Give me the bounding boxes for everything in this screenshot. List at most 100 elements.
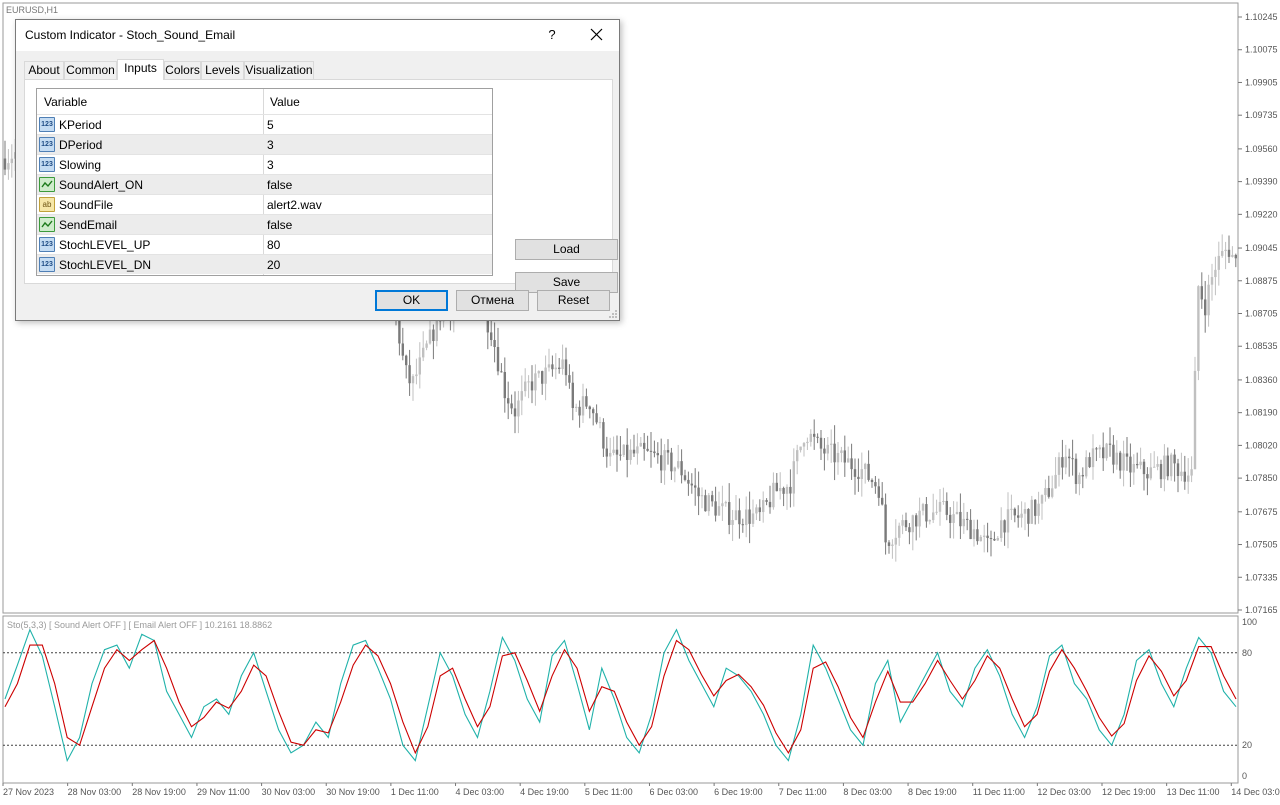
bear-candle (578, 406, 581, 416)
indicator-label: Sto(5,3,3) [ Sound Alert OFF ] [ Email A… (7, 620, 272, 630)
bear-candle (874, 482, 877, 487)
close-button[interactable] (582, 23, 610, 47)
bull-candle (1221, 251, 1224, 256)
bull-candle (1098, 447, 1101, 450)
bull-candle (1054, 474, 1057, 489)
boolean-icon (39, 217, 55, 232)
bull-candle (898, 525, 901, 538)
bull-candle (996, 537, 999, 541)
bear-candle (1234, 254, 1237, 259)
variable-value[interactable]: 3 (267, 158, 274, 172)
bear-candle (408, 365, 411, 384)
bear-candle (1176, 463, 1180, 477)
bear-candle (1034, 499, 1037, 516)
inputs-grid[interactable]: Variable Value 123 KPeriod 5 123 DPeriod 3 123… (36, 88, 493, 276)
bear-candle (758, 507, 761, 513)
bear-candle (857, 476, 860, 480)
bear-candle (738, 510, 741, 525)
bear-candle (850, 458, 853, 470)
bear-candle (959, 511, 962, 527)
bull-candle (1037, 503, 1040, 516)
variable-value[interactable]: alert2.wav (267, 198, 322, 212)
bull-candle (663, 450, 666, 471)
bull-candle (1170, 454, 1173, 477)
bear-candle (595, 413, 598, 423)
input-row-soundalert_on[interactable]: SoundAlert_ON false (37, 174, 492, 194)
variable-value[interactable]: 80 (267, 238, 280, 252)
bull-candle (1132, 463, 1135, 473)
price-tick-label: 1.07675 (1245, 507, 1278, 517)
price-tick-label: 1.09560 (1245, 144, 1278, 154)
variable-value[interactable]: false (267, 178, 292, 192)
price-tick-label: 1.09220 (1245, 209, 1278, 219)
help-button[interactable]: ? (544, 24, 560, 46)
bear-candle (592, 409, 595, 414)
bull-candle (806, 441, 809, 444)
bull-candle (639, 442, 642, 447)
bear-candle (666, 450, 670, 453)
bull-candle (932, 512, 935, 521)
tab-common[interactable]: Common (64, 61, 117, 80)
bear-candle (915, 515, 918, 527)
ok-button[interactable]: OK (375, 290, 448, 311)
tab-inputs[interactable]: Inputs (117, 59, 164, 80)
variable-value[interactable]: 5 (267, 118, 274, 132)
bull-candle (629, 449, 632, 460)
tab-about[interactable]: About (24, 61, 64, 80)
bear-candle (775, 482, 778, 492)
variable-value[interactable]: 3 (267, 138, 274, 152)
input-row-sendemail[interactable]: SendEmail false (37, 214, 492, 234)
resize-grip-icon[interactable] (608, 309, 618, 319)
bear-candle (687, 479, 690, 484)
bull-candle (1057, 457, 1061, 475)
custom-indicator-dialog[interactable]: Custom Indicator - Stoch_Sound_Email ? A… (15, 19, 620, 321)
bull-candle (962, 518, 965, 527)
close-icon (590, 28, 603, 41)
bull-candle (1010, 508, 1013, 510)
variable-value[interactable]: 20 (267, 258, 280, 272)
stochastic-panel-frame (2, 615, 1239, 784)
variable-value[interactable]: false (267, 218, 292, 232)
bull-candle (772, 482, 775, 508)
bear-candle (510, 403, 513, 409)
input-row-soundfile[interactable]: ab SoundFile alert2.wav (37, 194, 492, 214)
variable-name: Slowing (59, 158, 102, 172)
bear-candle (1108, 443, 1112, 445)
bear-candle (728, 502, 731, 525)
column-header-variable[interactable]: Variable (44, 95, 87, 109)
bull-candle (1180, 471, 1183, 477)
bear-candle (1047, 488, 1050, 497)
bull-candle (622, 444, 625, 456)
bull-candle (707, 495, 710, 512)
bear-candle (1125, 453, 1129, 457)
cancel-button[interactable]: Отмена (456, 290, 529, 311)
bear-candle (870, 479, 874, 483)
price-tick-label: 1.08705 (1245, 309, 1278, 319)
input-row-kperiod[interactable]: 123 KPeriod 5 (37, 114, 492, 134)
dialog-titlebar[interactable]: Custom Indicator - Stoch_Sound_Email ? (16, 20, 619, 51)
input-row-slowing[interactable]: 123 Slowing 3 (37, 154, 492, 174)
bear-candle (3, 158, 7, 170)
bull-candle (734, 510, 738, 521)
bear-candle (653, 451, 656, 454)
inputs-tab-page: Variable Value 123 KPeriod 5 123 DPeriod 3 123… (24, 79, 618, 293)
input-row-stochlevel_up[interactable]: 123 StochLEVEL_UP 80 (37, 234, 492, 254)
bull-candle (840, 450, 843, 453)
tab-colors[interactable]: Colors (164, 61, 201, 80)
input-row-dperiod[interactable]: 123 DPeriod 3 (37, 134, 492, 154)
input-row-stochlevel_dn[interactable]: 123 StochLEVEL_DN 20 (37, 254, 492, 274)
bull-candle (860, 469, 863, 480)
bear-candle (741, 524, 744, 526)
bull-candle (1156, 464, 1159, 467)
bear-candle (690, 483, 693, 486)
tab-visualization[interactable]: Visualization (244, 61, 314, 80)
column-header-value[interactable]: Value (270, 95, 300, 109)
bull-candle (745, 509, 748, 526)
bear-candle (551, 364, 554, 370)
bull-candle (762, 500, 765, 513)
tab-levels[interactable]: Levels (201, 61, 244, 80)
load-button[interactable]: Load (515, 239, 618, 260)
bear-candle (969, 519, 972, 540)
time-tick-label: 8 Dec 03:00 (843, 787, 892, 797)
reset-button[interactable]: Reset (537, 290, 610, 311)
